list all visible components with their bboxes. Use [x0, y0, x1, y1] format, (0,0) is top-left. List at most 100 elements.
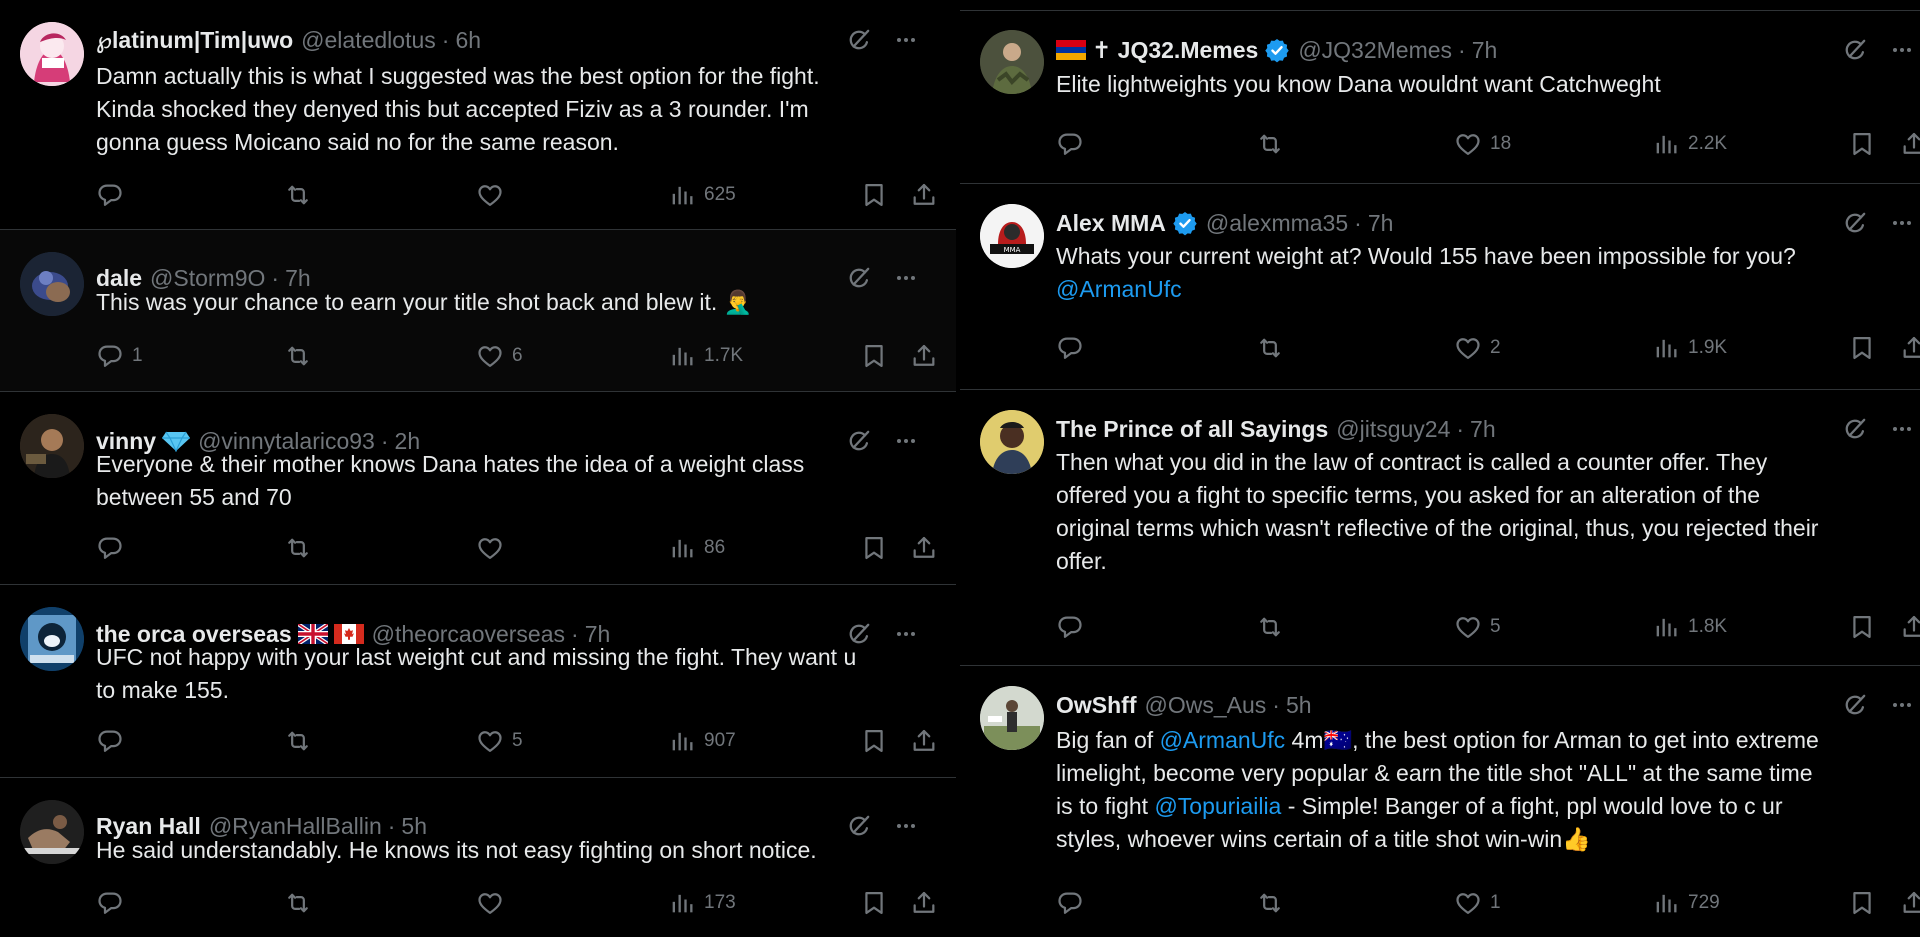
reply-tweet[interactable]: The Prince of all Sayings @jitsguy24 · 7…: [960, 390, 1920, 666]
user-handle[interactable]: @alexmma35: [1206, 210, 1348, 237]
timestamp[interactable]: 7h: [1470, 416, 1496, 443]
user-handle[interactable]: @JQ32Memes: [1298, 37, 1452, 64]
avatar[interactable]: [20, 607, 84, 671]
like-button[interactable]: 5: [1454, 612, 1501, 642]
reply-button[interactable]: [96, 180, 132, 210]
bookmark-button[interactable]: [860, 726, 888, 756]
retweet-button[interactable]: [1256, 612, 1292, 642]
like-button[interactable]: [476, 888, 512, 918]
grok-icon[interactable]: [1842, 210, 1868, 236]
views-button[interactable]: 86: [668, 533, 725, 563]
reply-button[interactable]: [1056, 129, 1092, 159]
views-button[interactable]: 1.7K: [668, 341, 743, 371]
user-handle[interactable]: @Ows_Aus: [1145, 692, 1267, 719]
views-button[interactable]: 173: [668, 888, 736, 918]
like-button[interactable]: 18: [1454, 129, 1511, 159]
views-button[interactable]: 1.9K: [1652, 333, 1727, 363]
reply-button[interactable]: [96, 533, 132, 563]
reply-tweet[interactable]: vinny @vinnytalarico93 · 2h Everyone & t…: [0, 392, 960, 585]
reply-button[interactable]: [1056, 612, 1092, 642]
bookmark-button[interactable]: [1848, 129, 1876, 159]
grok-icon[interactable]: [1842, 416, 1868, 442]
like-button[interactable]: 5: [476, 726, 523, 756]
avatar[interactable]: [980, 686, 1044, 750]
more-options-icon[interactable]: [1890, 38, 1914, 62]
timestamp[interactable]: 7h: [1368, 210, 1394, 237]
share-button[interactable]: [1900, 612, 1920, 642]
avatar[interactable]: [980, 30, 1044, 94]
retweet-button[interactable]: [284, 533, 320, 563]
display-name[interactable]: Alex MMA: [1056, 210, 1166, 237]
bookmark-button[interactable]: [860, 888, 888, 918]
retweet-button[interactable]: [284, 888, 320, 918]
bookmark-button[interactable]: [1848, 612, 1876, 642]
mention-link[interactable]: @ArmanUfc: [1160, 727, 1286, 753]
timestamp[interactable]: 5h: [1286, 692, 1312, 719]
more-options-icon[interactable]: [1890, 417, 1914, 441]
like-button[interactable]: 2: [1454, 333, 1501, 363]
reply-button[interactable]: [96, 726, 132, 756]
views-button[interactable]: 729: [1652, 888, 1720, 918]
avatar[interactable]: [980, 410, 1044, 474]
reply-tweet[interactable]: the orca overseas @theorcaoverseas · 7h …: [0, 585, 960, 778]
reply-tweet[interactable]: dale @Storm9O · 7h This was your chance …: [0, 230, 960, 392]
display-name[interactable]: OwShff: [1056, 692, 1137, 719]
timestamp[interactable]: 6h: [455, 27, 481, 54]
share-button[interactable]: [1900, 333, 1920, 363]
retweet-button[interactable]: [1256, 333, 1292, 363]
more-options-icon[interactable]: [1890, 211, 1914, 235]
display-name[interactable]: ✝ JQ32.Memes: [1092, 37, 1258, 64]
reply-tweet[interactable]: ✝ JQ32.Memes @JQ32Memes · 7h Elite light…: [960, 10, 1920, 184]
share-button[interactable]: [910, 341, 938, 371]
grok-icon[interactable]: [846, 27, 872, 53]
views-button[interactable]: 2.2K: [1652, 129, 1727, 159]
more-options-icon[interactable]: [894, 28, 918, 52]
retweet-button[interactable]: [284, 726, 320, 756]
reply-button[interactable]: [96, 888, 132, 918]
reply-tweet[interactable]: OwShff @Ows_Aus · 5h Big fan of @ArmanUf…: [960, 666, 1920, 937]
bookmark-button[interactable]: [860, 180, 888, 210]
avatar[interactable]: [20, 22, 84, 86]
bookmark-button[interactable]: [860, 533, 888, 563]
retweet-button[interactable]: [1256, 888, 1292, 918]
like-button[interactable]: 1: [1454, 888, 1501, 918]
bookmark-button[interactable]: [860, 341, 888, 371]
share-button[interactable]: [1900, 129, 1920, 159]
mention-link[interactable]: @Topuriailia: [1154, 793, 1281, 819]
user-handle[interactable]: @elatedlotus: [301, 27, 436, 54]
reply-button[interactable]: 1: [96, 341, 143, 371]
grok-icon[interactable]: [1842, 37, 1868, 63]
reply-tweet[interactable]: MMA Alex MMA @alexmma35 · 7h Whats your …: [960, 184, 1920, 390]
share-button[interactable]: [910, 726, 938, 756]
reply-tweet[interactable]: Ryan Hall @RyanHallBallin · 5h He said u…: [0, 778, 960, 937]
avatar[interactable]: [20, 252, 84, 316]
avatar[interactable]: [20, 414, 84, 478]
reply-button[interactable]: [1056, 888, 1092, 918]
retweet-button[interactable]: [284, 341, 320, 371]
views-button[interactable]: 1.8K: [1652, 612, 1727, 642]
avatar[interactable]: [20, 800, 84, 864]
retweet-button[interactable]: [284, 180, 320, 210]
retweet-button[interactable]: [1256, 129, 1292, 159]
reply-tweet[interactable]: ℘latinum|Tim|uwo @elatedlotus · 6h Damn …: [0, 0, 960, 230]
share-button[interactable]: [1900, 888, 1920, 918]
reply-button[interactable]: [1056, 333, 1092, 363]
more-options-icon[interactable]: [1890, 693, 1914, 717]
timestamp[interactable]: 7h: [1472, 37, 1498, 64]
grok-icon[interactable]: [1842, 692, 1868, 718]
views-button[interactable]: 625: [668, 180, 736, 210]
like-button[interactable]: [476, 533, 512, 563]
mention-link[interactable]: @ArmanUfc: [1056, 273, 1900, 306]
bookmark-button[interactable]: [1848, 888, 1876, 918]
user-handle[interactable]: @jitsguy24: [1336, 416, 1450, 443]
like-button[interactable]: 6: [476, 341, 523, 371]
bookmark-button[interactable]: [1848, 333, 1876, 363]
share-button[interactable]: [910, 180, 938, 210]
share-button[interactable]: [910, 888, 938, 918]
avatar[interactable]: MMA: [980, 204, 1044, 268]
like-button[interactable]: [476, 180, 512, 210]
views-button[interactable]: 907: [668, 726, 736, 756]
display-name[interactable]: ℘latinum|Tim|uwo: [96, 27, 293, 54]
display-name[interactable]: The Prince of all Sayings: [1056, 416, 1328, 443]
share-button[interactable]: [910, 533, 938, 563]
